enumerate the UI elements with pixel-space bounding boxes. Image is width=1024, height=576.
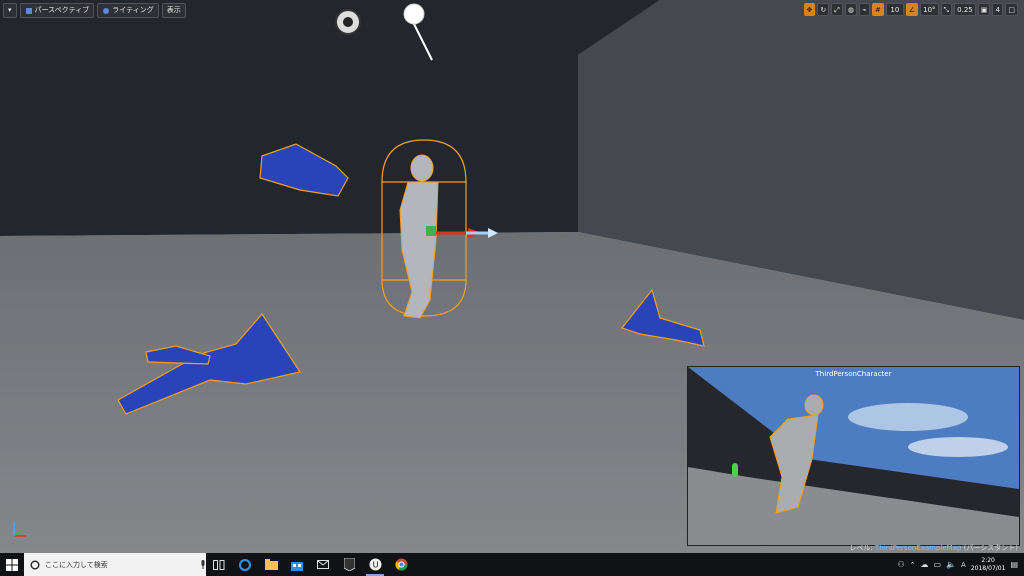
level-status: レベル: ThirdPersonExampleMap (パーシスタント) [849,543,1018,553]
scale-snap-value[interactable]: 0.25 [954,3,976,16]
cortana-icon [30,560,40,569]
epic-launcher-icon[interactable] [336,553,362,576]
people-icon[interactable]: ⚇ [897,560,904,569]
translate-tool-icon[interactable]: ✥ [803,3,816,16]
clock-time: 2:20 [981,556,995,564]
windows-taskbar: ここに入力して検索 U ⚇ ⌃ ☁ ▭ 🔈 A 2:20 2018/07/01 … [0,553,1024,576]
show-hidden-icons-icon[interactable]: ⌃ [910,561,916,569]
level-suffix: (パーシスタント) [961,544,1018,552]
scale-tool-icon[interactable]: ⤢ [831,3,843,16]
network-icon[interactable]: ▭ [934,560,942,569]
search-placeholder: ここに入力して検索 [45,560,108,569]
rotation-snap-icon[interactable]: ∠ [905,3,919,16]
surface-snap-icon[interactable]: ⌁ [858,3,870,16]
store-icon[interactable] [284,553,310,576]
show-button[interactable]: 表示 [161,3,186,18]
onedrive-icon[interactable]: ☁ [921,560,929,569]
mail-icon[interactable] [310,553,336,576]
camera-preview: ThirdPersonCharacter [687,366,1020,546]
chrome-icon[interactable] [388,553,414,576]
task-view-icon[interactable] [206,553,232,576]
world-space-icon[interactable]: ◍ [844,3,857,16]
volume-icon[interactable]: 🔈 [946,560,956,569]
lighting-button[interactable]: ライティング [97,3,159,18]
taskbar-search-box[interactable]: ここに入力して検索 [24,553,206,576]
file-explorer-icon[interactable] [258,553,284,576]
chevron-down-icon: ▾ [8,6,12,14]
lighting-label: ライティング [112,6,154,14]
unreal-editor-icon[interactable]: U [362,553,388,576]
grid-snap-icon[interactable]: # [871,3,884,16]
maximize-icon[interactable]: □ [1005,3,1018,16]
clock-date: 2018/07/01 [970,564,1006,572]
rotation-snap-value[interactable]: 10° [920,3,939,16]
windows-logo-icon [6,558,18,571]
grid-snap-value[interactable]: 10 [885,3,904,16]
system-tray: ⚇ ⌃ ☁ ▭ 🔈 A 2:20 2018/07/01 ▤ [897,553,1024,576]
edge-browser-icon[interactable] [232,553,258,576]
preview-title: ThirdPersonCharacter [815,370,892,378]
viewport-options-button[interactable]: ▾ [3,3,17,18]
svg-text:U: U [372,561,378,570]
camera-speed-value[interactable]: 4 [992,3,1004,16]
level-map-name: ThirdPersonExampleMap [874,544,962,552]
preview-render [688,367,1019,545]
clock[interactable]: 2:20 2018/07/01 [971,557,1006,573]
level-prefix: レベル: [849,544,875,552]
notifications-icon[interactable]: ▤ [1010,560,1018,569]
ime-icon[interactable]: A [961,561,966,569]
rotate-tool-icon[interactable]: ↻ [817,3,830,16]
scale-snap-icon[interactable]: ⤡ [940,3,953,16]
perspective-label: パースペクティブ [34,6,90,14]
camera-speed-icon[interactable]: ▣ [977,3,991,16]
level-viewport[interactable]: ▾ パースペクティブ ライティング 表示 ✥ ↻ ⤢ ◍ ⌁ # 10 ∠ 10… [0,0,1024,553]
lighting-icon [103,7,110,14]
show-label: 表示 [166,6,181,14]
perspective-button[interactable]: パースペクティブ [19,3,95,18]
perspective-icon [25,7,32,14]
start-button[interactable] [0,553,24,576]
